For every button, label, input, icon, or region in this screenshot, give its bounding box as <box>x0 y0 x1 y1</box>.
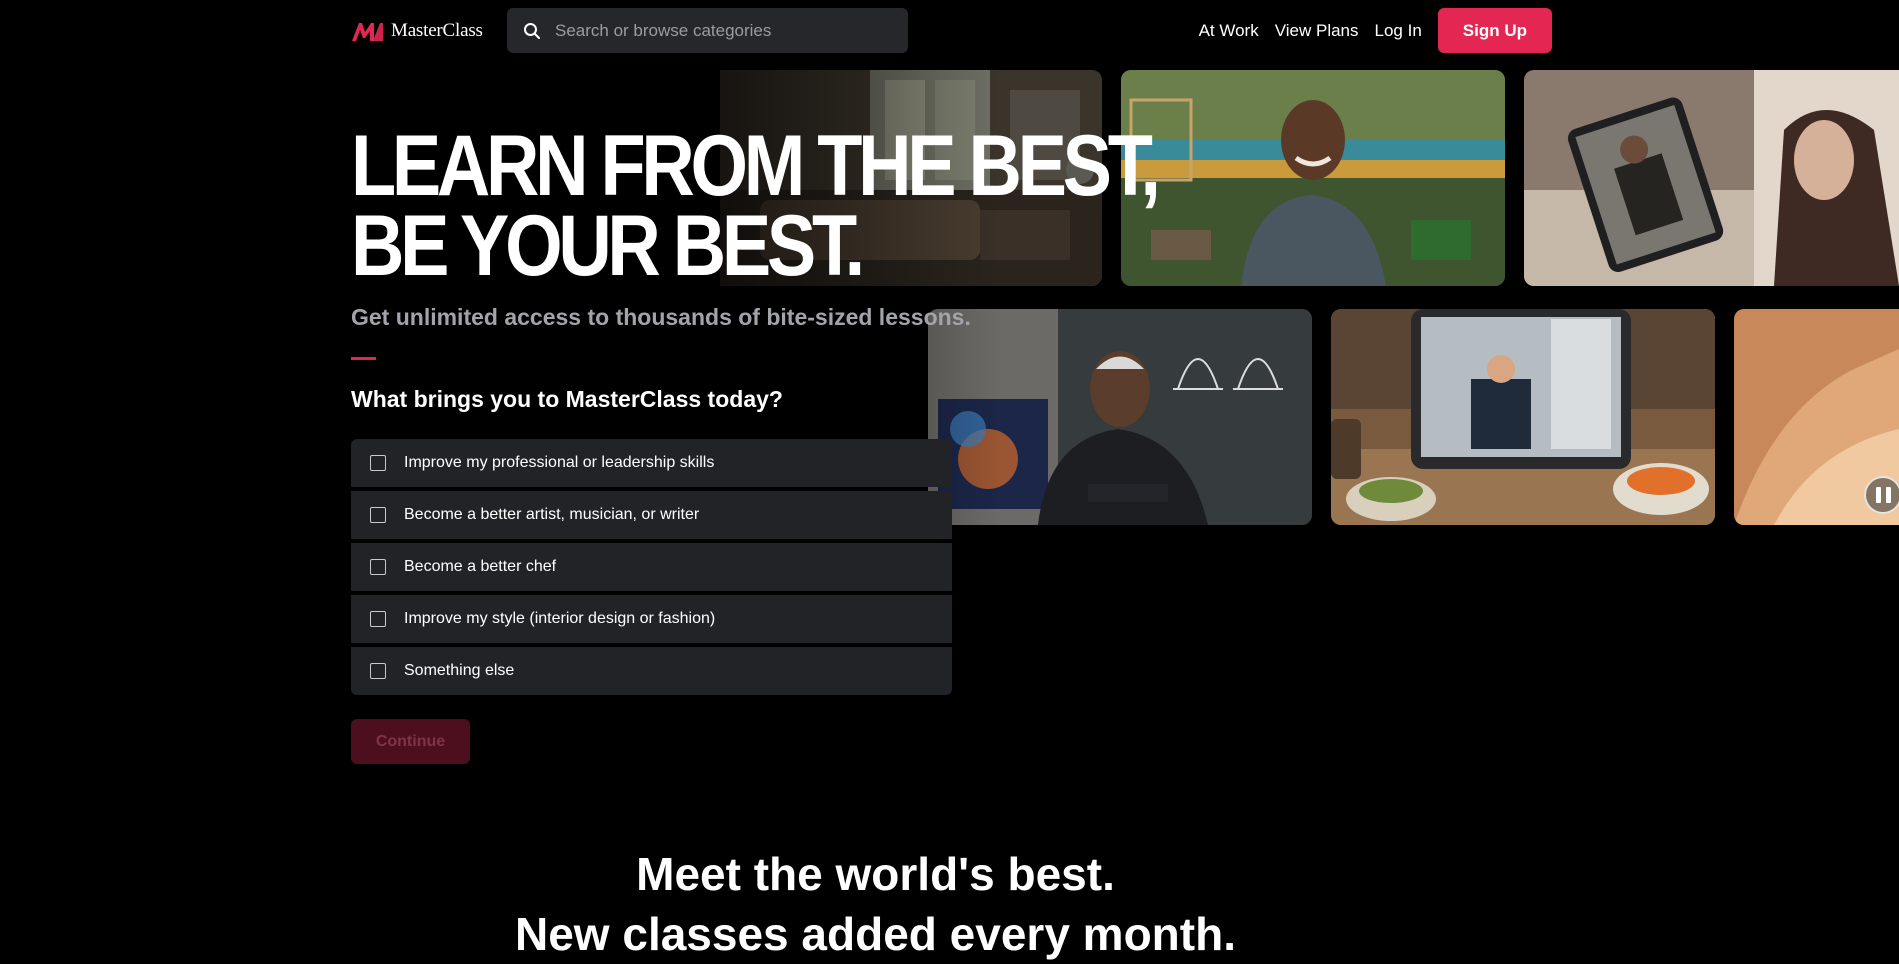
onboarding-question: What brings you to MasterClass today? <box>351 386 783 412</box>
meet-heading-line-2: New classes added every month. <box>515 908 1236 960</box>
hero-subheadline: Get unlimited access to thousands of bit… <box>351 304 971 330</box>
pause-carousel-button[interactable] <box>1864 476 1899 514</box>
pause-icon <box>1875 487 1881 503</box>
chef-instructor-image <box>1331 309 1715 525</box>
sign-up-button[interactable]: Sign Up <box>1437 8 1552 53</box>
search-icon <box>524 22 540 39</box>
meet-the-best-section: Meet the world's best. New classes added… <box>0 844 1899 964</box>
goal-option-chef[interactable]: Become a better chef <box>351 543 952 591</box>
pause-icon-bar <box>1885 487 1891 503</box>
masterclass-logo[interactable]: MasterClass <box>351 18 483 44</box>
hero-headline: LEARN FROM THE BEST, BE YOUR BEST. <box>351 118 1161 294</box>
tablet-viewer-image <box>1524 70 1899 286</box>
goal-checkbox[interactable] <box>370 455 386 471</box>
goal-checkbox[interactable] <box>370 611 386 627</box>
goal-option-label: Something else <box>404 662 515 679</box>
goal-option-artist[interactable]: Become a better artist, musician, or wri… <box>351 491 952 539</box>
logo-wordmark: MasterClass <box>391 20 483 41</box>
goal-checkbox[interactable] <box>370 663 386 679</box>
goal-option-label: Improve my professional or leadership sk… <box>404 454 715 471</box>
masterclass-logo-icon <box>352 23 383 41</box>
continue-button[interactable]: Continue <box>351 719 470 764</box>
search-input[interactable] <box>553 19 883 42</box>
goal-option-something-else[interactable]: Something else <box>351 647 952 695</box>
at-work-link[interactable]: At Work <box>1199 21 1259 41</box>
goal-options-list: Improve my professional or leadership sk… <box>351 439 952 695</box>
hero-headline-line-2: BE YOUR BEST. <box>351 198 865 294</box>
nav-links: At Work View Plans Log In Sign Up <box>1199 8 1552 53</box>
hero-headline-section: LEARN FROM THE BEST, BE YOUR BEST. <box>351 118 1161 294</box>
goal-option-label: Become a better chef <box>404 558 557 575</box>
goal-option-label: Improve my style (interior design or fas… <box>404 610 716 627</box>
goal-checkbox[interactable] <box>370 507 386 523</box>
goal-option-professional[interactable]: Improve my professional or leadership sk… <box>351 439 952 487</box>
meet-heading-line-1: Meet the world's best. <box>636 848 1115 900</box>
top-nav: MasterClass At Work View Plans Log In Si… <box>0 0 1899 70</box>
view-plans-link[interactable]: View Plans <box>1275 21 1359 41</box>
goal-option-label: Become a better artist, musician, or wri… <box>404 506 700 523</box>
goal-option-style[interactable]: Improve my style (interior design or fas… <box>351 595 952 643</box>
accent-divider <box>351 357 376 360</box>
gardener-instructor-image <box>1121 70 1505 286</box>
goal-checkbox[interactable] <box>370 559 386 575</box>
hero-headline-line-1: LEARN FROM THE BEST, <box>351 118 1161 214</box>
log-in-link[interactable]: Log In <box>1375 21 1422 41</box>
search-bar[interactable] <box>507 8 908 53</box>
